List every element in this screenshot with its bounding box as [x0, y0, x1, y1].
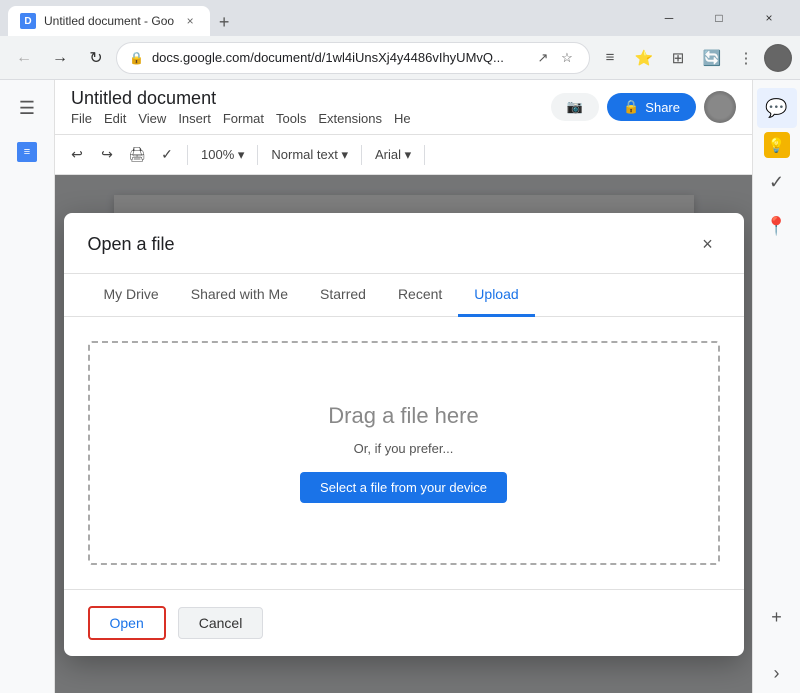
back-button[interactable]: ← — [8, 42, 40, 74]
open-button[interactable]: Open — [88, 606, 166, 640]
close-window-button[interactable]: × — [746, 2, 792, 34]
doc-title-area: Untitled document File Edit View Insert … — [71, 88, 411, 126]
style-selector[interactable]: Normal text ▾ — [264, 144, 355, 166]
modal-overlay: Open a file × My Drive Shared with Me St… — [55, 175, 752, 693]
extension-icon-1[interactable]: ≡ — [594, 42, 626, 74]
address-bar[interactable]: 🔒 docs.google.com/document/d/1wl4iUnsXj4… — [116, 42, 590, 74]
address-text: docs.google.com/document/d/1wl4iUnsXj4y4… — [152, 50, 525, 65]
right-panel: 💬 💡 ✓ 📍 + › — [752, 80, 800, 693]
tab-favicon: D — [20, 13, 36, 29]
drop-zone[interactable]: Drag a file here Or, if you prefer... Se… — [88, 341, 720, 565]
address-icons: ↗ ☆ — [533, 48, 577, 68]
extension-icon-4[interactable]: 🔄 — [696, 42, 728, 74]
cancel-button[interactable]: Cancel — [178, 607, 264, 639]
print-icon[interactable]: 🖨 — [123, 141, 151, 169]
tab-title: Untitled document - Goo — [44, 14, 174, 28]
doc-content: Untitled document File Edit View Insert … — [55, 80, 752, 693]
redo-icon[interactable]: ↪ — [93, 141, 121, 169]
window-controls: ─ □ × — [646, 2, 792, 34]
right-panel-add-icon[interactable]: + — [757, 597, 797, 637]
share-page-icon[interactable]: ↗ — [533, 48, 553, 68]
zoom-selector[interactable]: 100% ▾ — [194, 144, 251, 166]
toolbar-separator-4 — [424, 145, 425, 165]
doc-menu: File Edit View Insert Format Tools Exten… — [71, 111, 411, 126]
tab-starred[interactable]: Starred — [304, 274, 382, 317]
font-selector[interactable]: Arial ▾ — [368, 144, 418, 166]
tab-recent[interactable]: Recent — [382, 274, 458, 317]
tab-close-button[interactable]: × — [182, 13, 198, 29]
toolbar-separator-1 — [187, 145, 188, 165]
tab-area: D Untitled document - Goo × + — [8, 0, 646, 36]
tab-upload[interactable]: Upload — [458, 274, 534, 317]
right-panel-tasks-icon[interactable]: ✓ — [757, 162, 797, 202]
doc-title[interactable]: Untitled document — [71, 88, 411, 109]
right-panel-expand-icon[interactable]: › — [757, 653, 797, 693]
reload-button[interactable]: ↻ — [80, 42, 112, 74]
sidebar-menu-icon[interactable]: ☰ — [7, 88, 47, 128]
extension-icon-2[interactable]: ⭐ — [628, 42, 660, 74]
title-bar: D Untitled document - Goo × + ─ □ × — [0, 0, 800, 36]
select-file-button[interactable]: Select a file from your device — [300, 472, 507, 503]
doc-header: Untitled document File Edit View Insert … — [55, 80, 752, 135]
tab-my-drive[interactable]: My Drive — [88, 274, 175, 317]
meeting-button[interactable]: 📷 — [551, 93, 599, 121]
keep-icon: 💡 — [768, 137, 785, 154]
right-panel-maps-icon[interactable]: 📍 — [757, 206, 797, 246]
doc-background: Open a file × My Drive Shared with Me St… — [55, 175, 752, 693]
dialog-header: Open a file × — [64, 213, 744, 274]
menu-extensions[interactable]: Extensions — [318, 111, 382, 126]
doc-area: ☰ ≡ Untitled document File Edit View Ins… — [0, 80, 800, 693]
dialog-tabs: My Drive Shared with Me Starred Recent U… — [64, 274, 744, 317]
toolbar-separator-3 — [361, 145, 362, 165]
sidebar-doc-icon[interactable]: ≡ — [7, 132, 47, 172]
menu-help[interactable]: He — [394, 111, 411, 126]
forward-button[interactable]: → — [44, 42, 76, 74]
undo-icon[interactable]: ↩ — [63, 141, 91, 169]
dialog-body: Drag a file here Or, if you prefer... Se… — [64, 317, 744, 589]
extension-icon-3[interactable]: ⊞ — [662, 42, 694, 74]
menu-file[interactable]: File — [71, 111, 92, 126]
spell-check-icon[interactable]: ✓ — [153, 141, 181, 169]
new-tab-button[interactable]: + — [210, 8, 238, 36]
share-lock-icon: 🔒 — [623, 99, 639, 115]
dialog-close-button[interactable]: × — [696, 233, 720, 257]
menu-view[interactable]: View — [138, 111, 166, 126]
menu-insert[interactable]: Insert — [178, 111, 211, 126]
left-sidebar: ☰ ≡ — [0, 80, 55, 693]
dialog-title: Open a file — [88, 234, 175, 255]
more-menu-icon[interactable]: ⋮ — [730, 42, 762, 74]
active-tab[interactable]: D Untitled document - Goo × — [8, 6, 210, 36]
drop-sub-text: Or, if you prefer... — [354, 441, 454, 456]
toolbar-right: ≡ ⭐ ⊞ 🔄 ⋮ — [594, 42, 792, 74]
maximize-button[interactable]: □ — [696, 2, 742, 34]
menu-edit[interactable]: Edit — [104, 111, 126, 126]
menu-format[interactable]: Format — [223, 111, 264, 126]
tab-shared-with-me[interactable]: Shared with Me — [175, 274, 304, 317]
open-file-dialog: Open a file × My Drive Shared with Me St… — [64, 213, 744, 656]
right-panel-keep-icon[interactable]: 💡 — [764, 132, 790, 158]
share-button[interactable]: 🔒 Share — [607, 93, 696, 121]
doc-user-avatar[interactable] — [704, 91, 736, 123]
doc-toolbar: ↩ ↪ 🖨 ✓ 100% ▾ Normal text ▾ Arial ▾ — [55, 135, 752, 175]
bookmark-icon[interactable]: ☆ — [557, 48, 577, 68]
drop-main-text: Drag a file here — [328, 403, 478, 429]
header-actions: 📷 🔒 Share — [551, 91, 736, 123]
right-panel-chat-icon[interactable]: 💬 — [757, 88, 797, 128]
nav-bar: ← → ↻ 🔒 docs.google.com/document/d/1wl4i… — [0, 36, 800, 80]
minimize-button[interactable]: ─ — [646, 2, 692, 34]
dialog-footer: Open Cancel — [64, 589, 744, 656]
lock-icon: 🔒 — [129, 51, 144, 65]
user-avatar[interactable] — [764, 44, 792, 72]
menu-tools[interactable]: Tools — [276, 111, 306, 126]
camera-icon: 📷 — [567, 99, 583, 115]
toolbar-separator-2 — [257, 145, 258, 165]
google-docs-icon: ≡ — [17, 142, 37, 162]
